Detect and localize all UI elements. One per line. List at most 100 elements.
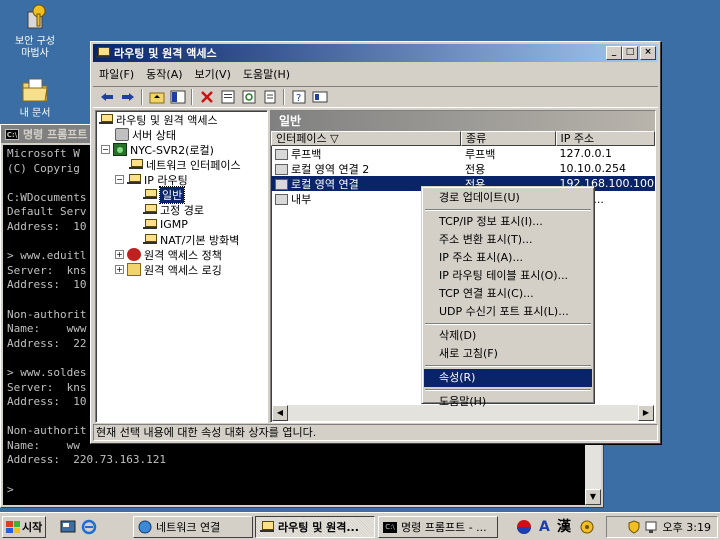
- taskbar-button-label: 네트워크 연결: [156, 521, 221, 534]
- tree-node-label: NAT/기본 방화벽: [160, 233, 240, 247]
- taskbar-button-rras[interactable]: 라우팅 및 원격...: [255, 516, 375, 538]
- tree-node-igmp[interactable]: IGMP: [143, 217, 188, 232]
- table-row[interactable]: 로컬 영역 연결 2 전용 10.10.0.254: [271, 161, 655, 176]
- tree-node-server-status[interactable]: 서버 상태: [115, 127, 176, 142]
- scroll-left-button[interactable]: ◀: [272, 405, 288, 421]
- system-tray: 오후 3:19: [606, 516, 718, 538]
- menu-item-show-tcp-connections[interactable]: TCP 연결 표시(C)...: [424, 285, 592, 303]
- korean-ime-icon[interactable]: [516, 518, 532, 536]
- windows-logo-icon: [6, 521, 20, 533]
- desktop-icon-label: 마법사: [21, 48, 49, 59]
- up-folder-icon[interactable]: [147, 88, 166, 106]
- refresh-icon[interactable]: [239, 88, 258, 106]
- menu-item-help[interactable]: 도움말(H): [424, 393, 592, 411]
- column-header-type[interactable]: 종류: [461, 131, 556, 146]
- taskbar-button-label: 명령 프롬프트 - ...: [401, 521, 487, 534]
- console-tree[interactable]: 라우팅 및 원격 액세스 서버 상태 − NYC-SVR2(로컬) 네트워크 인…: [95, 110, 268, 423]
- interface-type: 전용: [465, 162, 486, 176]
- maximize-button[interactable]: □: [622, 46, 638, 60]
- network-connections-icon: [138, 520, 152, 534]
- collapse-icon[interactable]: −: [115, 175, 124, 184]
- menu-item-show-udp-listener-ports[interactable]: UDP 수신기 포트 표시(L)...: [424, 303, 592, 321]
- toolbar: ?: [93, 86, 658, 108]
- start-button[interactable]: 시작: [2, 516, 46, 538]
- taskbar-button-network-connections[interactable]: 네트워크 연결: [133, 516, 253, 538]
- tree-node-label: 고정 경로: [160, 203, 204, 217]
- minimize-button[interactable]: _: [606, 46, 622, 60]
- column-header-interface[interactable]: 인터페이스 ▽: [271, 131, 461, 146]
- tree-node-general[interactable]: 일반: [143, 185, 186, 204]
- network-tray-icon[interactable]: [645, 520, 659, 534]
- scroll-right-button[interactable]: ▶: [638, 405, 654, 421]
- menu-item-show-address-translations[interactable]: 주소 변환 표시(T)...: [424, 231, 592, 249]
- menu-item-show-tcpip-info[interactable]: TCP/IP 정보 표시(I)...: [424, 213, 592, 231]
- ip-routing-icon: [127, 173, 141, 186]
- ime-input-mode[interactable]: A: [539, 518, 550, 536]
- column-header-ip-address[interactable]: IP 주소: [555, 131, 655, 146]
- clock[interactable]: 오후 3:19: [663, 519, 711, 535]
- export-list-icon[interactable]: [260, 88, 279, 106]
- pane-title: 일반: [271, 111, 655, 131]
- expand-icon[interactable]: +: [115, 265, 124, 274]
- tree-node-ip-routing[interactable]: − IP 라우팅: [115, 172, 188, 187]
- server-icon: [113, 143, 127, 156]
- tree-node-nat-firewall[interactable]: NAT/기본 방화벽: [143, 232, 239, 247]
- show-desktop-icon[interactable]: [60, 519, 76, 535]
- menu-item-refresh[interactable]: 새로 고침(F): [424, 345, 592, 363]
- toolbar-separator: [283, 89, 285, 105]
- menu-item-properties[interactable]: 속성(R): [424, 369, 592, 387]
- interface-icon: [275, 194, 288, 205]
- properties-icon[interactable]: [218, 88, 237, 106]
- desktop-icon-my-documents[interactable]: 내 문서: [0, 74, 70, 120]
- toolbar-separator: [191, 89, 193, 105]
- start-label: 시작: [22, 521, 43, 534]
- interface-name: 내부: [291, 192, 312, 206]
- toolbar-separator: [141, 89, 143, 105]
- context-menu[interactable]: 경로 업데이트(U) TCP/IP 정보 표시(I)... 주소 변환 표시(T…: [421, 186, 595, 408]
- forward-icon[interactable]: [118, 88, 137, 106]
- interface-name: 로컬 영역 연결: [291, 177, 359, 191]
- scroll-down-button[interactable]: ▼: [585, 489, 601, 505]
- rras-titlebar[interactable]: 라우팅 및 원격 액세스 _ □ ×: [93, 44, 658, 62]
- show-hide-tree-icon[interactable]: [168, 88, 187, 106]
- menu-file[interactable]: 파일(F): [93, 66, 140, 82]
- menu-help[interactable]: 도움말(H): [237, 66, 296, 82]
- menu-item-delete[interactable]: 삭제(D): [424, 327, 592, 345]
- interface-icon: [275, 164, 288, 175]
- ime-hanja-mode[interactable]: 漢: [557, 518, 571, 536]
- expand-icon[interactable]: +: [115, 250, 124, 259]
- menu-item-update-routes[interactable]: 경로 업데이트(U): [424, 189, 592, 207]
- tree-node-label: 서버 상태: [132, 128, 176, 142]
- internet-explorer-icon[interactable]: [81, 519, 97, 535]
- ime-tools-icon[interactable]: [579, 518, 595, 536]
- desktop-icon-label: 보안 구성: [15, 36, 55, 47]
- my-documents-icon: [19, 74, 51, 106]
- security-shield-icon[interactable]: [627, 520, 641, 534]
- window-title: 라우팅 및 원격 액세스: [114, 47, 217, 60]
- desktop-icon-security-wizard[interactable]: 보안 구성 마법사: [0, 2, 70, 60]
- menu-bar: 파일(F) 동작(A) 보기(V) 도움말(H): [93, 64, 658, 84]
- rras-icon: [96, 47, 110, 59]
- tree-node-rras-root[interactable]: 라우팅 및 원격 액세스: [99, 112, 218, 127]
- snapin-console-icon[interactable]: [310, 88, 329, 106]
- tree-node-remote-access-logging[interactable]: + 원격 액세스 로깅: [115, 262, 222, 277]
- delete-icon[interactable]: [197, 88, 216, 106]
- interface-name: 로컬 영역 연결 2: [291, 162, 370, 176]
- security-wizard-icon: [19, 2, 51, 34]
- close-button[interactable]: ×: [640, 46, 656, 60]
- menu-view[interactable]: 보기(V): [189, 66, 237, 82]
- tree-node-static-routes[interactable]: 고정 경로: [143, 202, 204, 217]
- tree-node-network-interfaces[interactable]: 네트워크 인터페이스: [129, 157, 241, 172]
- menu-item-show-ip-routing-table[interactable]: IP 라우팅 테이블 표시(O)...: [424, 267, 592, 285]
- tree-node-nyc-svr2[interactable]: − NYC-SVR2(로컬): [101, 142, 214, 157]
- tree-node-remote-access-policy[interactable]: + 원격 액세스 정책: [115, 247, 222, 262]
- help-icon[interactable]: ?: [289, 88, 308, 106]
- menu-action[interactable]: 동작(A): [140, 66, 188, 82]
- remote-access-policy-icon: [127, 248, 141, 261]
- back-icon[interactable]: [97, 88, 116, 106]
- collapse-icon[interactable]: −: [101, 145, 110, 154]
- rras-icon: [99, 113, 113, 126]
- table-row[interactable]: 루프백 루프백 127.0.0.1: [271, 146, 655, 161]
- taskbar-button-command-prompt[interactable]: C:\ 명령 프롬프트 - ...: [378, 516, 498, 538]
- menu-item-show-ip-addresses[interactable]: IP 주소 표시(A)...: [424, 249, 592, 267]
